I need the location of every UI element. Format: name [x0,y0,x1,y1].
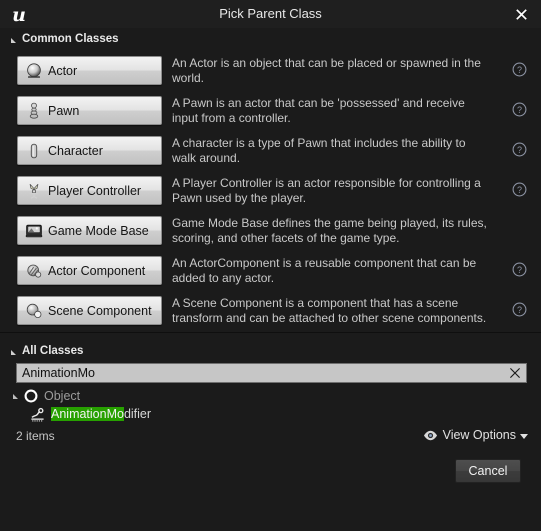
character-capsule-icon [24,141,44,161]
class-search-field[interactable] [16,363,527,383]
tree-row-label-rest: Object [44,389,81,403]
common-class-row: Character A character is a type of Pawn t… [0,132,541,172]
class-button-actor[interactable]: Actor [17,56,162,85]
animation-modifier-icon [29,406,46,423]
close-icon[interactable] [509,3,533,25]
class-button-label: Player Controller [48,183,142,198]
tree-row-label: Object [44,389,80,403]
class-description: An Actor is an object that can be placed… [172,56,481,85]
eye-icon [423,429,439,442]
common-class-row: Player Controller A Player Controller is … [0,172,541,212]
object-circle-icon [22,388,39,405]
actor-sphere-icon [24,61,44,81]
common-classes-label: Common Classes [22,33,119,45]
class-description: An ActorComponent is a reusable componen… [172,256,477,285]
unreal-engine-logo-icon: u [4,0,34,28]
svg-text:?: ? [517,65,522,75]
player-controller-icon [24,181,44,201]
class-button-label: Actor [48,63,78,78]
common-classes-list: Actor An Actor is an object that can be p… [0,52,541,332]
common-class-row: Pawn A Pawn is an actor that can be 'poss… [0,92,541,132]
class-button-label: Scene Component [48,303,152,318]
svg-text:?: ? [517,105,522,115]
class-tree: Object AnimationModifier [0,387,541,423]
all-classes-section-header[interactable]: All Classes [0,342,83,360]
svg-text:?: ? [517,305,522,315]
search-input[interactable] [17,363,504,383]
search-match-highlight: AnimationMo [51,407,124,421]
common-class-row: Game Mode Base Game Mode Base defines the… [0,212,541,252]
scene-component-icon [24,301,44,321]
chevron-expanded-icon [11,349,16,355]
item-count-label: 2 items [16,429,55,443]
svg-text:?: ? [517,185,522,195]
svg-text:u: u [12,4,26,25]
class-button-player-controller[interactable]: Player Controller [17,176,162,205]
common-class-row: Scene Component A Scene Component is a co… [0,292,541,332]
help-question-icon[interactable]: ? [512,102,527,117]
class-button-character[interactable]: Character [17,136,162,165]
all-classes-label: All Classes [22,345,84,357]
common-class-row: Actor An Actor is an object that can be p… [0,52,541,92]
class-description: A Pawn is an actor that can be 'possesse… [172,96,465,125]
class-button-scene-component[interactable]: Scene Component [17,296,162,325]
class-button-label: Game Mode Base [48,223,149,238]
svg-text:?: ? [517,265,522,275]
tree-row[interactable]: Object [0,387,541,405]
tree-row-label-rest: difier [123,407,152,421]
help-question-icon[interactable]: ? [512,262,527,277]
tree-row[interactable]: AnimationModifier [0,405,541,423]
help-question-icon[interactable]: ? [512,302,527,317]
cancel-button[interactable]: Cancel [455,459,521,483]
class-description: A Scene Component is a component that ha… [172,296,487,325]
section-divider [0,332,541,333]
class-button-game-mode-base[interactable]: Game Mode Base [17,216,162,245]
title-bar: u Pick Parent Class [0,0,541,28]
class-description: A character is a type of Pawn that inclu… [172,136,466,165]
view-options-button[interactable]: View Options [423,428,528,442]
chevron-expanded-icon [11,37,16,43]
game-mode-base-icon [24,221,44,241]
class-button-pawn[interactable]: Pawn [17,96,162,125]
class-description: A Player Controller is an actor responsi… [172,176,481,205]
help-question-icon[interactable]: ? [512,62,527,77]
clear-x-icon[interactable] [504,364,526,382]
chevron-down-icon [520,433,528,439]
class-button-label: Pawn [48,103,80,118]
pawn-chess-piece-icon [24,101,44,121]
class-button-actor-component[interactable]: Actor Component [17,256,162,285]
actor-component-icon [24,261,44,281]
page-title: Pick Parent Class [219,6,322,21]
svg-text:?: ? [517,145,522,155]
view-options-label: View Options [442,428,516,442]
common-classes-section-header[interactable]: Common Classes [0,30,119,48]
common-class-row: Actor Component An ActorComponent is a re… [0,252,541,292]
help-question-icon[interactable]: ? [512,142,527,157]
class-button-label: Actor Component [48,263,146,278]
help-question-icon[interactable]: ? [512,182,527,197]
tree-row-label: AnimationModifier [51,407,151,421]
chevron-expanded-icon[interactable] [13,393,18,399]
class-description: Game Mode Base defines the game being pl… [172,216,487,245]
class-button-label: Character [48,143,103,158]
